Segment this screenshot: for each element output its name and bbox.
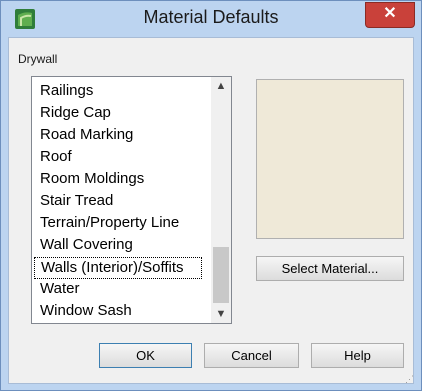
list-item[interactable]: Wall Covering bbox=[40, 235, 133, 257]
list-item[interactable]: Railings bbox=[40, 81, 93, 103]
list-item-selected[interactable]: Walls (Interior)/Soffits bbox=[34, 257, 202, 279]
chevron-down-icon[interactable]: ▼ bbox=[211, 305, 231, 323]
group-label: Drywall bbox=[18, 52, 58, 66]
select-material-button[interactable]: Select Material... bbox=[256, 256, 404, 281]
title-bar[interactable]: Material Defaults ✕ bbox=[1, 1, 421, 37]
list-item[interactable]: Road Marking bbox=[40, 125, 133, 147]
ok-button[interactable]: OK bbox=[99, 343, 192, 368]
material-list[interactable]: Railings Ridge Cap Road Marking Roof Roo… bbox=[31, 76, 232, 324]
list-item[interactable]: Window Sash bbox=[40, 301, 132, 323]
window-title: Material Defaults bbox=[143, 7, 279, 27]
help-button[interactable]: Help bbox=[311, 343, 404, 368]
chevron-up-icon[interactable]: ▲ bbox=[211, 77, 231, 95]
list-item[interactable]: Roof bbox=[40, 147, 72, 169]
list-item[interactable]: Ridge Cap bbox=[40, 103, 111, 125]
resize-grip-icon[interactable]: ⋰ bbox=[405, 374, 415, 384]
list-item[interactable]: Terrain/Property Line bbox=[40, 213, 179, 235]
list-scrollbar[interactable]: ▲ ▼ bbox=[211, 77, 231, 323]
cancel-button[interactable]: Cancel bbox=[204, 343, 299, 368]
material-preview bbox=[256, 79, 404, 239]
list-item[interactable]: Room Moldings bbox=[40, 169, 144, 191]
material-defaults-dialog: Material Defaults ✕ Drywall Railings Rid… bbox=[0, 0, 422, 391]
close-icon[interactable]: ✕ bbox=[365, 2, 415, 28]
list-item[interactable]: Stair Tread bbox=[40, 191, 113, 213]
scrollbar-thumb[interactable] bbox=[213, 247, 229, 303]
list-item[interactable]: Water bbox=[40, 279, 79, 301]
